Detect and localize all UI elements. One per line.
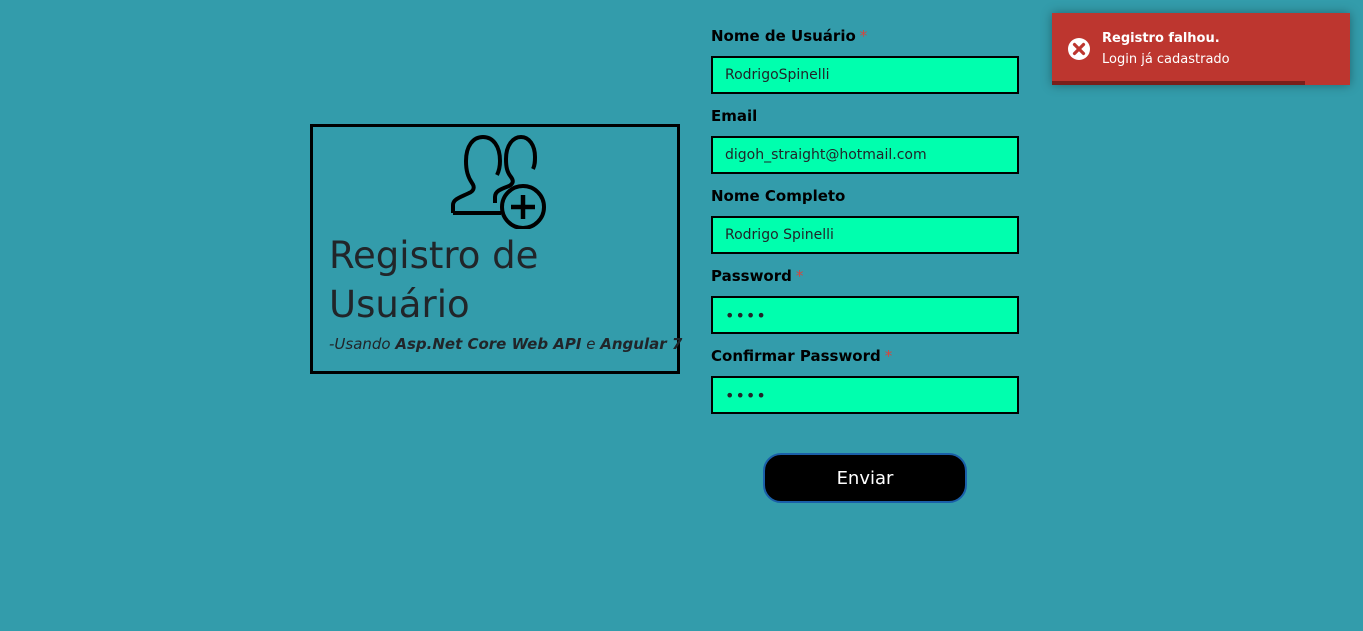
subtitle-prefix: -Usando [329, 335, 396, 353]
subtitle-tech-frontend: Angular 7 [600, 335, 683, 353]
required-marker: * [884, 347, 893, 365]
error-icon [1067, 37, 1091, 61]
confirm-password-label-text: Confirmar Password [711, 347, 881, 365]
subtitle-tech-backend: Asp.Net Core Web API [395, 335, 582, 353]
toast-progress-bar [1052, 81, 1306, 85]
toast-title: Registro falhou. [1102, 31, 1220, 46]
fullname-label: Nome Completo [711, 186, 1021, 206]
page: Registro de Usuário -Usando Asp.Net Core… [0, 0, 1363, 631]
fullname-field-group: Nome Completo [711, 186, 1021, 254]
email-input[interactable] [711, 136, 1019, 174]
error-toast[interactable]: Registro falhou. Login já cadastrado [1052, 13, 1350, 85]
registration-form: Nome de Usuário* Email Nome Completo Pas… [711, 26, 1021, 426]
password-label-text: Password [711, 267, 792, 285]
email-label-text: Email [711, 107, 758, 125]
username-input[interactable] [711, 56, 1019, 94]
fullname-input[interactable] [711, 216, 1019, 254]
info-card: Registro de Usuário -Usando Asp.Net Core… [310, 124, 682, 374]
confirm-password-label: Confirmar Password * [711, 346, 1021, 366]
confirm-password-field-group: Confirmar Password * [711, 346, 1021, 414]
required-marker: * [795, 267, 804, 285]
submit-button[interactable]: Enviar [763, 453, 967, 503]
password-field-group: Password * [711, 266, 1021, 334]
required-marker: * [859, 27, 868, 45]
username-label: Nome de Usuário * [711, 26, 1021, 46]
fullname-label-text: Nome Completo [711, 187, 846, 205]
confirm-password-input[interactable] [711, 376, 1019, 414]
username-field-group: Nome de Usuário * [711, 26, 1021, 94]
password-input[interactable] [711, 296, 1019, 334]
email-label: Email [711, 106, 1021, 126]
toast-message: Login já cadastrado [1102, 52, 1230, 67]
password-label: Password * [711, 266, 1021, 286]
subtitle-conjunction: e [581, 335, 601, 353]
page-title: Registro de Usuário [329, 234, 539, 326]
username-label-text: Nome de Usuário [711, 27, 856, 45]
email-field-group: Email [711, 106, 1021, 174]
add-users-icon [449, 131, 549, 230]
page-subtitle: -Usando Asp.Net Core Web API e Angular 7 [329, 335, 682, 353]
